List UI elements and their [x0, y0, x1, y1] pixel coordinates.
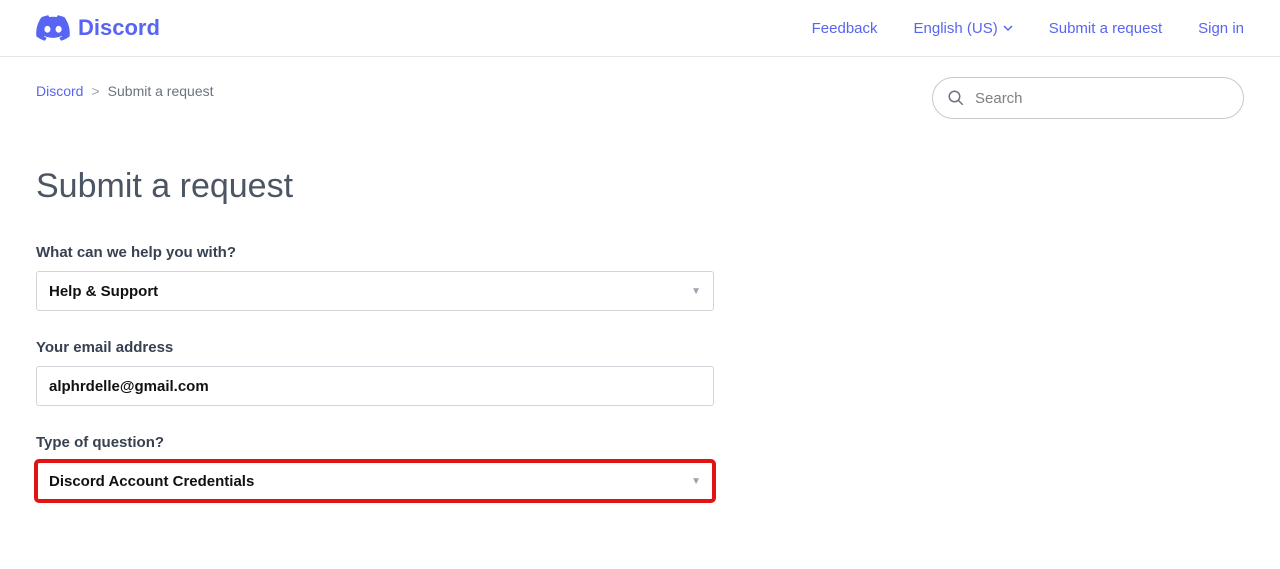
type-question-value: Discord Account Credentials	[49, 473, 254, 490]
signin-link[interactable]: Sign in	[1198, 20, 1244, 37]
breadcrumb-current: Submit a request	[108, 83, 214, 99]
search-box[interactable]	[932, 77, 1244, 119]
logo-text: Discord	[78, 15, 160, 41]
nav: Feedback English (US) Submit a request S…	[812, 20, 1244, 37]
email-label: Your email address	[36, 339, 724, 356]
main-content: Submit a request What can we help you wi…	[0, 139, 760, 569]
feedback-link[interactable]: Feedback	[812, 20, 878, 37]
type-question-group: Type of question? Discord Account Creden…	[36, 434, 724, 501]
submit-request-link[interactable]: Submit a request	[1049, 20, 1162, 37]
discord-logo[interactable]: Discord	[36, 15, 160, 41]
chevron-down-icon: ▼	[691, 286, 701, 297]
discord-icon	[36, 15, 70, 41]
language-selector[interactable]: English (US)	[914, 20, 1013, 37]
help-with-select[interactable]: Help & Support ▼	[36, 271, 714, 311]
help-with-value: Help & Support	[49, 283, 158, 300]
header: Discord Feedback English (US) Submit a r…	[0, 0, 1280, 57]
search-icon	[947, 89, 965, 107]
type-question-label: Type of question?	[36, 434, 724, 451]
email-field[interactable]: alphrdelle@gmail.com	[36, 366, 714, 406]
breadcrumb-separator: >	[91, 83, 99, 99]
subheader: Discord > Submit a request	[0, 57, 1280, 139]
search-input[interactable]	[975, 90, 1229, 107]
breadcrumb-root[interactable]: Discord	[36, 83, 83, 99]
help-with-group: What can we help you with? Help & Suppor…	[36, 244, 724, 311]
page-title: Submit a request	[36, 167, 724, 206]
help-with-label: What can we help you with?	[36, 244, 724, 261]
type-question-select[interactable]: Discord Account Credentials ▼	[36, 461, 714, 501]
language-text: English (US)	[914, 20, 998, 37]
chevron-down-icon: ▼	[691, 476, 701, 487]
breadcrumb: Discord > Submit a request	[36, 83, 214, 99]
email-group: Your email address alphrdelle@gmail.com	[36, 339, 724, 406]
email-value: alphrdelle@gmail.com	[49, 378, 209, 395]
chevron-down-icon	[1003, 23, 1013, 33]
